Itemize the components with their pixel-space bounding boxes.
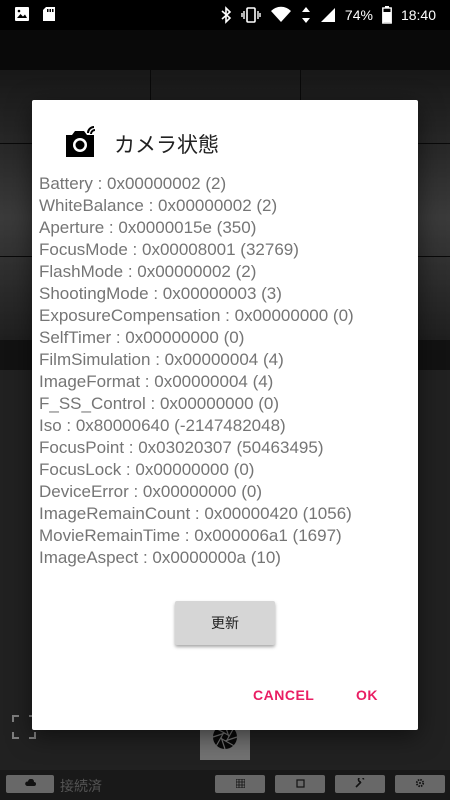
sd-card-icon	[42, 6, 56, 22]
bluetooth-icon	[220, 6, 232, 24]
status-line: SelfTimer : 0x00000000 (0)	[39, 328, 245, 347]
dialog-title: カメラ状態	[114, 133, 219, 157]
clock: 18:40	[400, 7, 436, 23]
status-list: Battery : 0x00000002 (2) WhiteBalance : …	[39, 173, 354, 569]
signal-icon	[320, 7, 336, 23]
status-line: FocusMode : 0x00008001 (32769)	[39, 240, 299, 259]
status-line: ExposureCompensation : 0x00000000 (0)	[39, 306, 354, 325]
status-line: FilmSimulation : 0x00000004 (4)	[39, 350, 284, 369]
battery-icon	[382, 6, 392, 24]
vibrate-icon	[241, 6, 261, 24]
cancel-button[interactable]: CANCEL	[247, 686, 320, 704]
status-line: ImageRemainCount : 0x00000420 (1056)	[39, 504, 352, 523]
status-line: FocusPoint : 0x03020307 (50463495)	[39, 438, 324, 457]
status-line: FlashMode : 0x00000002 (2)	[39, 262, 257, 281]
status-line: ImageFormat : 0x00000004 (4)	[39, 372, 274, 391]
data-arrows-icon	[301, 6, 311, 24]
status-line: MovieRemainTime : 0x000006a1 (1697)	[39, 526, 342, 545]
status-line: Iso : 0x80000640 (-2147482048)	[39, 416, 286, 435]
refresh-button[interactable]: 更新	[175, 601, 275, 645]
camera-status-dialog: カメラ状態 Battery : 0x00000002 (2) WhiteBala…	[32, 100, 418, 730]
status-line: Battery : 0x00000002 (2)	[39, 174, 227, 193]
status-line: ShootingMode : 0x00000003 (3)	[39, 284, 282, 303]
status-line: WhiteBalance : 0x00000002 (2)	[39, 196, 278, 215]
status-line: DeviceError : 0x00000000 (0)	[39, 482, 263, 501]
status-line: F_SS_Control : 0x00000000 (0)	[39, 394, 280, 413]
dialog-header: カメラ状態	[64, 124, 219, 163]
status-bar: 74% 18:40	[0, 0, 450, 30]
battery-percent: 74%	[344, 7, 373, 23]
status-line: Aperture : 0x0000015e (350)	[39, 218, 257, 237]
wifi-icon	[270, 6, 292, 24]
status-line: ImageAspect : 0x0000000a (10)	[39, 548, 281, 567]
status-line: FocusLock : 0x00000000 (0)	[39, 460, 255, 479]
camera-status-icon	[64, 124, 100, 163]
ok-button[interactable]: OK	[350, 686, 384, 704]
image-icon	[14, 6, 30, 22]
